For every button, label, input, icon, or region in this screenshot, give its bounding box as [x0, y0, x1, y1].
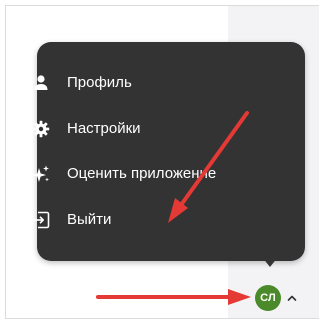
- sparkle-icon: [32, 165, 49, 182]
- menu-item-label: Настройки: [67, 120, 141, 137]
- chevron-up-icon: [287, 295, 297, 301]
- menu-item-label: Профиль: [67, 74, 132, 91]
- menu-item-label: Выйти: [67, 211, 112, 228]
- menu-item-settings[interactable]: Настройки: [0, 112, 268, 146]
- logout-icon: [33, 211, 50, 229]
- menu-item-label: Оценить приложение: [67, 165, 217, 182]
- avatar: СЛ: [255, 285, 281, 311]
- user-menu-pointer: [262, 257, 278, 267]
- gear-icon: [32, 120, 50, 138]
- person-icon: [34, 75, 48, 90]
- menu-item-profile[interactable]: Профиль: [0, 66, 268, 100]
- menu-item-logout[interactable]: Выйти: [0, 203, 268, 237]
- user-menu-button[interactable]: СЛ: [255, 285, 315, 311]
- menu-item-rate-app[interactable]: Оценить приложение: [0, 157, 268, 191]
